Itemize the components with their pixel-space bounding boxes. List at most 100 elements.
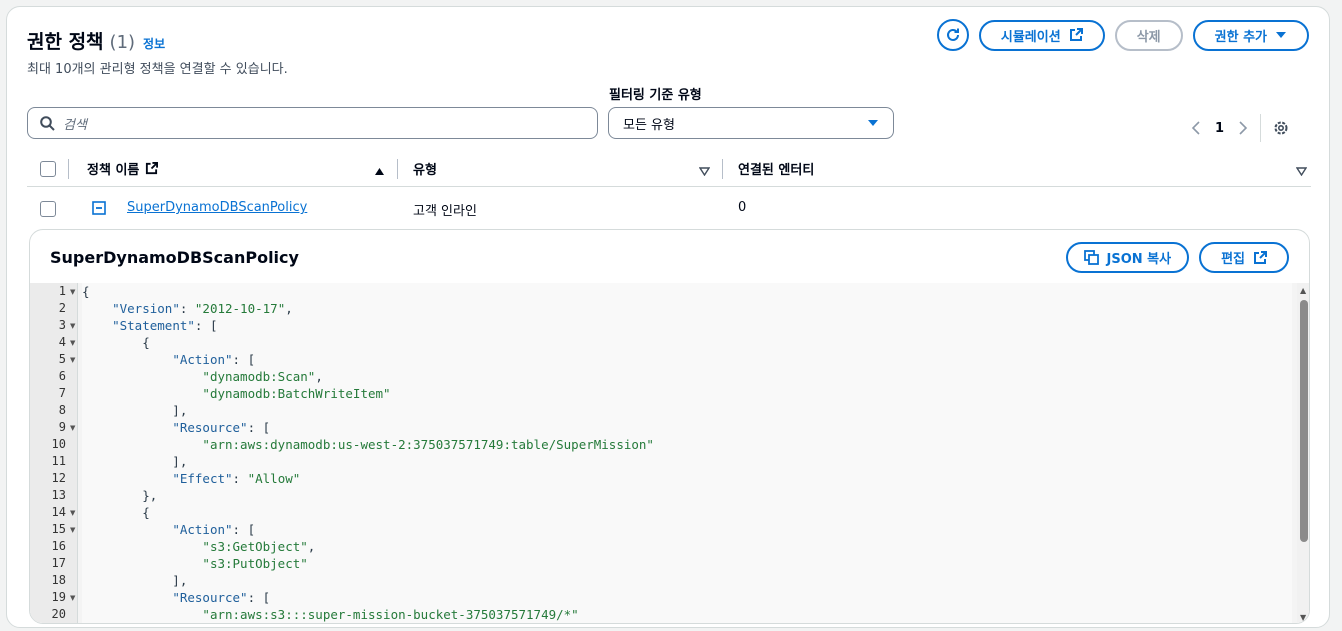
line-number: 11: [51, 454, 66, 468]
external-link-icon: [1254, 250, 1267, 264]
info-link[interactable]: 정보: [143, 35, 165, 52]
column-type-label: 유형: [413, 163, 437, 178]
collapse-icon[interactable]: [92, 201, 106, 215]
column-attached-entities[interactable]: 연결된 엔터티: [738, 159, 814, 178]
code-line: },: [82, 488, 158, 503]
line-number: 7: [58, 386, 66, 400]
header-actions: 시뮬레이션 삭제 권한 추가: [927, 19, 1309, 51]
filter-type-label: 필터링 기준 유형: [609, 88, 702, 103]
type-filter-select[interactable]: 모든 유형: [608, 107, 894, 139]
gear-icon[interactable]: [1273, 120, 1289, 136]
policy-detail-title: SuperDynamoDBScanPolicy: [50, 248, 299, 267]
scroll-down-icon[interactable]: ▼: [1300, 613, 1306, 622]
code-line: ],: [82, 454, 188, 469]
policy-name-link[interactable]: SuperDynamoDBScanPolicy: [127, 200, 307, 215]
panel-header: 권한 정책 (1) 정보: [27, 27, 165, 54]
line-number: 6: [58, 369, 66, 383]
refresh-button[interactable]: [936, 19, 969, 51]
column-type[interactable]: 유형: [413, 159, 437, 178]
delete-label: 삭제: [1136, 29, 1161, 45]
code-line: {: [82, 505, 150, 520]
code-line: ],: [82, 573, 188, 588]
policy-detail-panel: SuperDynamoDBScanPolicy JSON 복사 편집 1 ▼ 2 3 ▼…: [29, 229, 1310, 624]
code-line: ],: [82, 403, 188, 418]
code-line: "dynamodb:BatchWriteItem": [202, 386, 391, 401]
simulate-label: 시뮬레이션: [1000, 29, 1061, 45]
column-divider: [397, 159, 398, 179]
editor-scrollbar[interactable]: ▲ ▼: [1297, 283, 1309, 623]
column-divider: [722, 159, 723, 179]
code-line: "Resource": [: [172, 590, 271, 605]
copy-json-button[interactable]: JSON 복사: [1065, 242, 1190, 273]
line-number: 8: [58, 403, 66, 417]
line-number: 9: [58, 420, 66, 434]
line-number: 2: [58, 301, 66, 315]
column-divider: [68, 159, 69, 179]
fold-toggle-icon[interactable]: ▼: [70, 356, 75, 364]
code-line: "dynamodb:Scan",: [202, 369, 323, 384]
scroll-up-icon[interactable]: ▲: [1300, 286, 1306, 295]
panel-title: 권한 정책: [27, 31, 104, 53]
line-number: 12: [51, 471, 66, 485]
fold-toggle-icon[interactable]: ▼: [70, 424, 75, 432]
line-number: 19: [51, 590, 66, 604]
json-editor[interactable]: 1 ▼ 2 3 ▼ 4 ▼ 5 ▼ 6 7 8 9 ▼ 10 11 12 13 14 ▼ 15 ▼ 16 17 18 19 ▼ 20 …: [30, 283, 1309, 623]
line-number: 10: [51, 437, 66, 451]
refresh-icon: [946, 28, 959, 41]
fold-toggle-icon[interactable]: ▼: [70, 339, 75, 347]
column-policy-name-label: 정책 이름: [87, 163, 140, 178]
fold-toggle-icon[interactable]: ▼: [70, 594, 75, 602]
column-policy-name[interactable]: 정책 이름: [87, 159, 159, 178]
fold-toggle-icon[interactable]: ▼: [70, 322, 75, 330]
line-number: 17: [51, 556, 66, 570]
scrollbar-thumb[interactable]: [1300, 300, 1308, 542]
fold-toggle-icon[interactable]: ▼: [70, 288, 75, 296]
edit-label: 편집: [1221, 252, 1245, 267]
caret-down-icon: [868, 120, 878, 126]
search-input[interactable]: 검색: [27, 107, 598, 139]
code-line: "s3:PutObject": [202, 556, 308, 571]
table-row: SuperDynamoDBScanPolicy 고객 인라인 0: [27, 189, 1311, 229]
sort-icon[interactable]: [699, 167, 710, 176]
row-checkbox[interactable]: [40, 201, 56, 217]
line-number: 18: [51, 573, 66, 587]
line-number: 13: [51, 488, 66, 502]
code-line: "arn:aws:s3:::super-mission-bucket-37503…: [202, 607, 579, 622]
copy-json-label: JSON 복사: [1106, 252, 1172, 267]
fold-toggle-icon[interactable]: ▼: [70, 509, 75, 517]
copy-icon: [1083, 250, 1099, 265]
sort-ascending-icon[interactable]: [374, 167, 385, 176]
line-number: 4: [58, 335, 66, 349]
pager-divider: [1260, 114, 1262, 142]
chevron-right-icon[interactable]: [1238, 121, 1248, 135]
add-permissions-button[interactable]: 권한 추가: [1192, 19, 1309, 51]
delete-button[interactable]: 삭제: [1114, 19, 1183, 51]
table-header: 정책 이름 유형 연결된 엔터티: [27, 151, 1311, 187]
edit-button[interactable]: 편집: [1199, 242, 1289, 273]
simulate-button[interactable]: 시뮬레이션: [978, 19, 1105, 51]
line-number: 20: [51, 607, 66, 621]
sort-icon[interactable]: [1296, 167, 1307, 176]
line-number-gutter: 1 ▼ 2 3 ▼ 4 ▼ 5 ▼ 6 7 8 9 ▼ 10 11 12 13 14 ▼ 15 ▼ 16 17 18 19 ▼ 20: [30, 283, 78, 623]
policy-count: (1): [109, 32, 136, 53]
code-line: "Statement": [: [112, 318, 218, 333]
chevron-left-icon[interactable]: [1191, 121, 1201, 135]
line-number: 16: [51, 539, 66, 553]
code-line: "Version": "2012-10-17",: [112, 301, 293, 316]
code-line: {: [82, 284, 90, 299]
code-line: {: [82, 335, 150, 350]
attached-entities-cell: 0: [738, 200, 747, 215]
fold-toggle-icon[interactable]: ▼: [70, 526, 75, 534]
code-line: "arn:aws:dynamodb:us-west-2:375037571749…: [202, 437, 654, 452]
policy-type-cell: 고객 인라인: [413, 204, 477, 219]
column-attached-entities-label: 연결된 엔터티: [738, 163, 815, 178]
select-all-checkbox[interactable]: [40, 161, 56, 177]
caret-down-icon: [1276, 32, 1286, 38]
pagination: 1: [1191, 114, 1289, 142]
search-placeholder: 검색: [63, 117, 87, 133]
line-number: 1: [58, 284, 66, 298]
code-area[interactable]: { "Version": "2012-10-17", "Statement": …: [82, 283, 1292, 623]
code-line: "Resource": [: [172, 420, 271, 435]
page-number[interactable]: 1: [1215, 121, 1224, 136]
policy-detail-actions: JSON 복사 편집: [1056, 242, 1289, 273]
